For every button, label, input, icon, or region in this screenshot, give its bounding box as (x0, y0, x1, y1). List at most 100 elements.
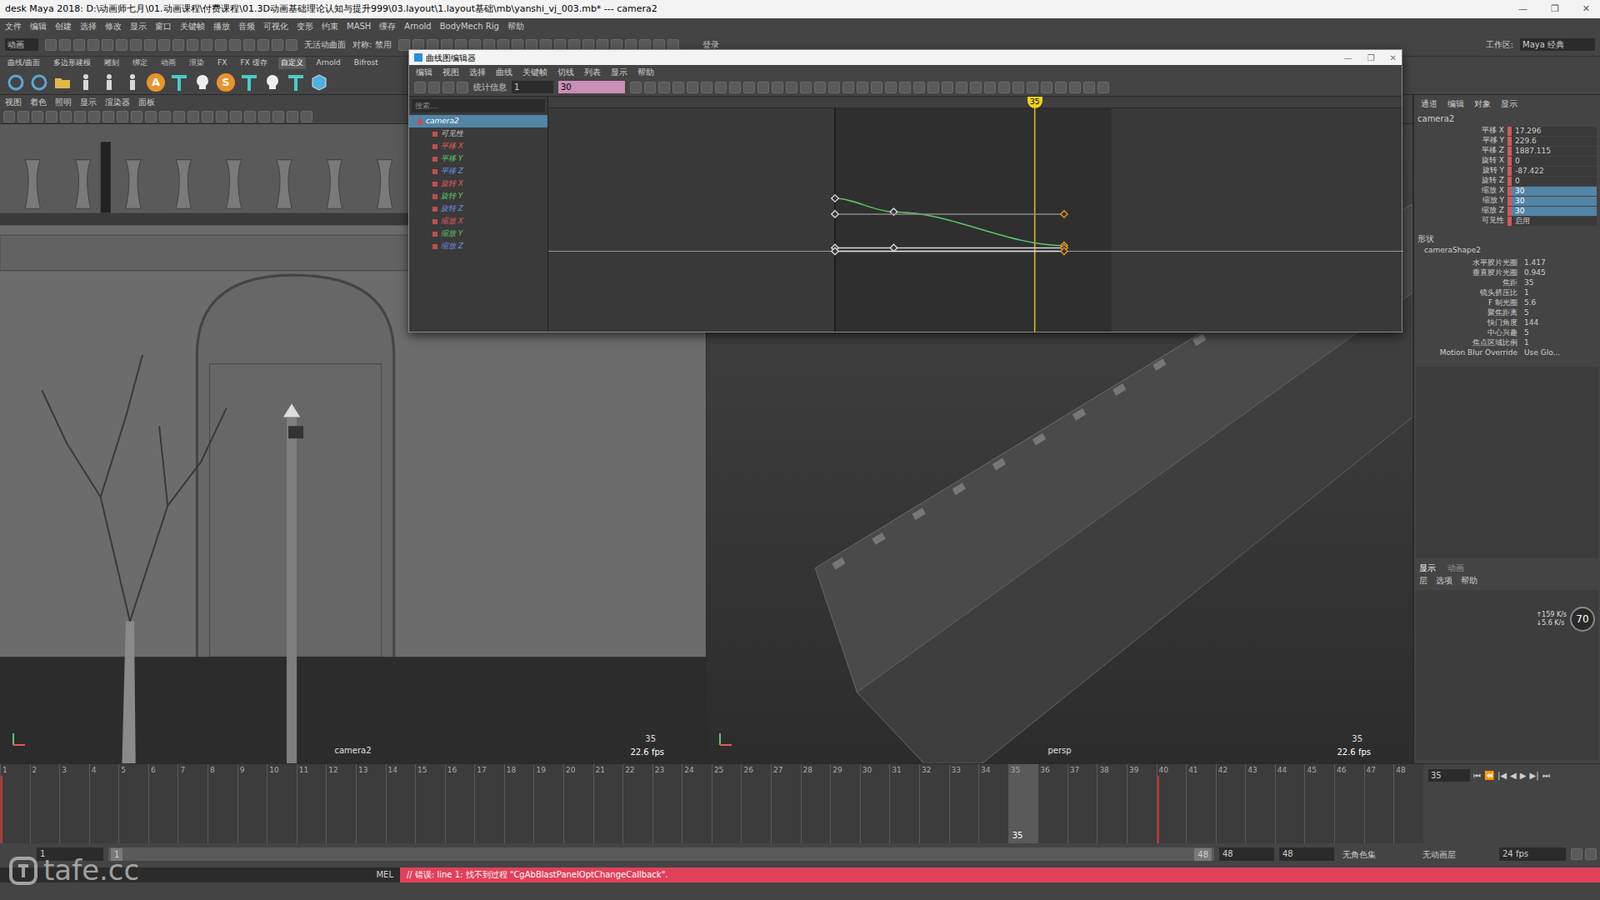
playback-button[interactable]: ▶| (1529, 769, 1539, 782)
time-track[interactable]: 1234567891011121314151617181920212223242… (0, 764, 1424, 844)
channel-row[interactable]: 缩放 X30 (1414, 185, 1600, 196)
channel-menu-item[interactable]: 编辑 (1447, 97, 1465, 110)
time-tick[interactable]: 23 (652, 764, 683, 844)
viewport-menu-item[interactable]: 着色 (30, 95, 47, 109)
time-tick[interactable]: 31 (889, 764, 920, 844)
viewport-tool-icon[interactable] (102, 110, 115, 123)
menu-item[interactable]: 关键帧 (180, 20, 205, 33)
window-control[interactable]: ❐ (1367, 51, 1375, 65)
shelf-tee-icon[interactable] (285, 71, 307, 94)
shelf-tab[interactable]: 雕刻 (101, 57, 122, 70)
time-tick[interactable]: 17 (474, 764, 505, 844)
time-tick[interactable]: 16 (445, 764, 475, 844)
graph-tool-icon[interactable] (828, 81, 840, 94)
menu-item[interactable]: 显示 (130, 20, 147, 33)
outliner-item[interactable]: 缩放 X (409, 215, 548, 228)
graph-menu-item[interactable]: 帮助 (637, 65, 655, 79)
status-tool-icon[interactable] (186, 39, 199, 51)
range-tool-icon[interactable] (1585, 848, 1597, 860)
time-tick[interactable]: 45 (1304, 764, 1335, 844)
character-set[interactable]: 无角色集 (1339, 848, 1415, 861)
menu-item[interactable]: 播放 (213, 20, 230, 33)
time-tick[interactable]: 41 (1185, 764, 1216, 844)
graph-view[interactable]: 35 (548, 96, 1402, 332)
viewport-menu-item[interactable]: 视图 (5, 95, 22, 109)
shelf-tab[interactable]: 曲线/曲面 (5, 57, 43, 70)
time-tick[interactable]: 26 (740, 764, 771, 844)
graph-tool-icon[interactable] (715, 81, 727, 94)
menu-item[interactable]: 文件 (5, 20, 22, 33)
graph-tool-icon[interactable] (927, 81, 940, 94)
shelf-tab[interactable]: FX 缓存 (237, 57, 270, 70)
time-tick[interactable]: 37 (1067, 764, 1098, 844)
playback-button[interactable]: ◀ (1510, 769, 1517, 782)
outliner-item[interactable]: 可见性 (409, 127, 548, 140)
graph-tool-icon[interactable] (658, 81, 670, 94)
outliner-item[interactable]: 平移 Y (409, 152, 548, 165)
shape-attr-row[interactable]: 中心兴趣5 (1414, 328, 1600, 339)
viewport-tool-icon[interactable] (31, 110, 44, 123)
time-tick[interactable]: 21 (593, 764, 624, 844)
graph-tool-icon[interactable] (414, 81, 426, 94)
shelf-ring-icon[interactable] (5, 71, 27, 94)
graph-tool-icon[interactable] (984, 81, 996, 94)
graph-menu-item[interactable]: 选择 (469, 65, 486, 79)
shape-attr-row[interactable]: 聚焦距离5 (1414, 308, 1600, 319)
time-tick[interactable]: 42 (1215, 764, 1246, 844)
channel-row[interactable]: 平移 Z1887.115 (1414, 145, 1600, 156)
graph-editor-titlebar[interactable]: 曲线图编辑器—❐✕ (409, 50, 1402, 65)
layer-menu-item[interactable]: 选项 (1435, 574, 1453, 587)
time-tick[interactable]: 24 (681, 764, 712, 844)
window-control[interactable]: ✕ (1390, 51, 1397, 65)
time-tick[interactable]: 8 (207, 764, 238, 844)
status-tool-icon[interactable] (257, 39, 270, 51)
graph-tool-icon[interactable] (757, 81, 770, 94)
graph-tool-icon[interactable] (785, 81, 798, 94)
time-tick[interactable]: 44 (1275, 764, 1305, 844)
layer-tab[interactable]: 显示 (1419, 561, 1436, 575)
outliner-item[interactable]: 平移 X (409, 140, 548, 153)
outliner-item[interactable]: 旋转 Z (409, 202, 548, 215)
end-field-2[interactable]: 48 (1279, 847, 1335, 861)
graph-tool-icon[interactable] (428, 81, 440, 94)
channel-row[interactable]: 平移 Y229.6 (1414, 135, 1600, 146)
current-frame-field[interactable]: 35 (1428, 769, 1470, 782)
graph-tool-icon[interactable] (814, 81, 826, 94)
shelf-letter-icon[interactable]: S (215, 71, 237, 94)
time-tick[interactable]: 27 (770, 764, 801, 844)
time-tick[interactable]: 36 (1037, 764, 1068, 844)
status-tool-icon[interactable] (130, 39, 142, 51)
status-tool-icon[interactable] (229, 39, 241, 51)
time-tick[interactable]: 10 (266, 764, 297, 844)
viewport-tool-icon[interactable] (187, 110, 200, 123)
playback-button[interactable]: |◀ (1497, 769, 1507, 782)
layer-menu-item[interactable]: 帮助 (1460, 574, 1478, 587)
outliner-item[interactable]: camera2 (409, 115, 548, 128)
status-tool-icon[interactable] (87, 39, 100, 51)
value-field[interactable]: 30 (558, 80, 625, 94)
time-tick[interactable]: 38 (1096, 764, 1127, 844)
shelf-folder-icon[interactable] (51, 71, 74, 94)
outliner-item[interactable]: 平移 Z (409, 165, 548, 178)
viewport-tool-icon[interactable] (201, 110, 214, 123)
time-tick[interactable]: 2 (30, 764, 60, 844)
status-tool-icon[interactable] (215, 39, 227, 51)
time-tick[interactable]: 34 (978, 764, 1009, 844)
playback-button[interactable]: ⏪ (1484, 769, 1495, 782)
graph-tool-icon[interactable] (729, 81, 741, 94)
status-tool-icon[interactable] (172, 39, 185, 51)
shape-attr-row[interactable]: 垂直胶片光圈0.945 (1414, 268, 1600, 279)
fps-select[interactable]: 24 fps (1499, 847, 1566, 861)
time-tick[interactable]: 32 (919, 764, 950, 844)
time-tick[interactable]: 46 (1334, 764, 1365, 844)
channel-row[interactable]: 缩放 Y30 (1414, 195, 1600, 206)
time-tick[interactable]: 28 (800, 764, 831, 844)
time-tick[interactable]: 14 (385, 764, 416, 844)
graph-tool-icon[interactable] (870, 81, 883, 94)
viewport-tool-icon[interactable] (258, 110, 270, 123)
viewport-menu-item[interactable]: 照明 (55, 95, 72, 109)
time-tick[interactable]: 20 (563, 764, 594, 844)
viewport-tool-icon[interactable] (17, 110, 30, 123)
shelf-man-icon[interactable] (75, 71, 97, 94)
outliner-search[interactable]: 搜索... (411, 99, 545, 113)
